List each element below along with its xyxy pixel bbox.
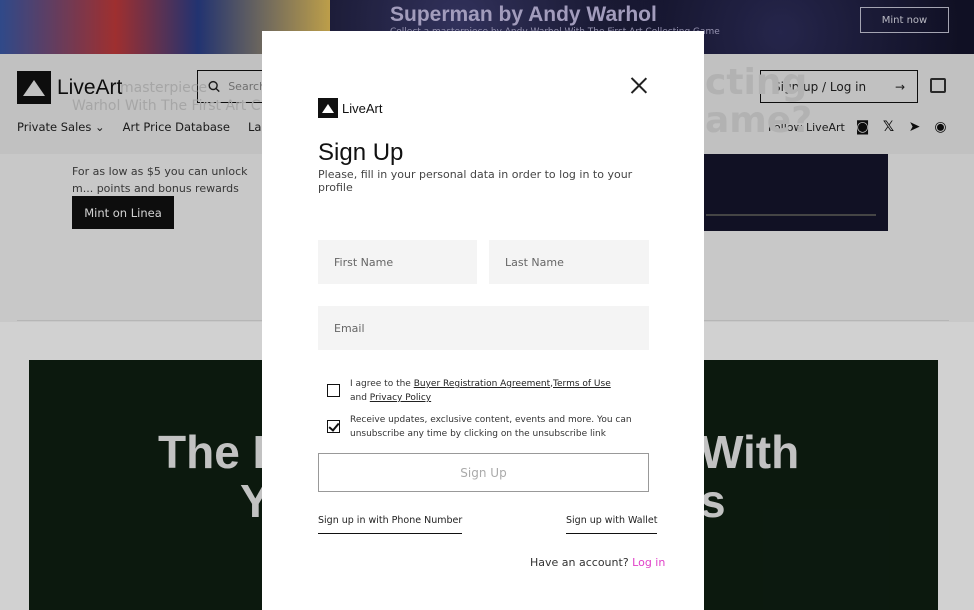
agree-text: I agree to the Buyer Registration Agreem… (350, 377, 640, 405)
agree-checkbox[interactable] (327, 384, 340, 397)
modal-title: Sign Up (318, 139, 404, 166)
wallet-signup-link[interactable]: Sign up with Wallet (566, 515, 658, 534)
first-name-field[interactable] (318, 240, 477, 284)
email-field[interactable] (318, 306, 649, 350)
modal-brand: LiveArt (342, 100, 383, 116)
modal-subtitle: Please, fill in your personal data in or… (318, 168, 633, 194)
terms-of-use-link[interactable]: Terms of Use (553, 379, 611, 389)
modal-logo: LiveArt (318, 98, 382, 118)
last-name-field[interactable] (489, 240, 649, 284)
agree-and: and (350, 393, 370, 403)
updates-checkbox[interactable] (327, 420, 340, 433)
privacy-policy-link[interactable]: Privacy Policy (370, 393, 431, 403)
close-icon[interactable] (630, 77, 648, 95)
liveart-logo-icon (318, 98, 338, 118)
login-link[interactable]: Log in (632, 556, 665, 569)
signup-modal: LiveArt Sign Up Please, fill in your per… (262, 31, 704, 610)
have-account-text: Have an account? Log in (530, 556, 665, 569)
phone-signup-link[interactable]: Sign up in with Phone Number (318, 515, 463, 534)
sign-up-button[interactable]: Sign Up (318, 453, 649, 492)
buyer-agreement-link[interactable]: Buyer Registration Agreement (414, 379, 550, 389)
updates-text: Receive updates, exclusive content, even… (350, 415, 632, 439)
have-account-label: Have an account? (530, 556, 633, 569)
agree-prefix: I agree to the (350, 379, 414, 389)
